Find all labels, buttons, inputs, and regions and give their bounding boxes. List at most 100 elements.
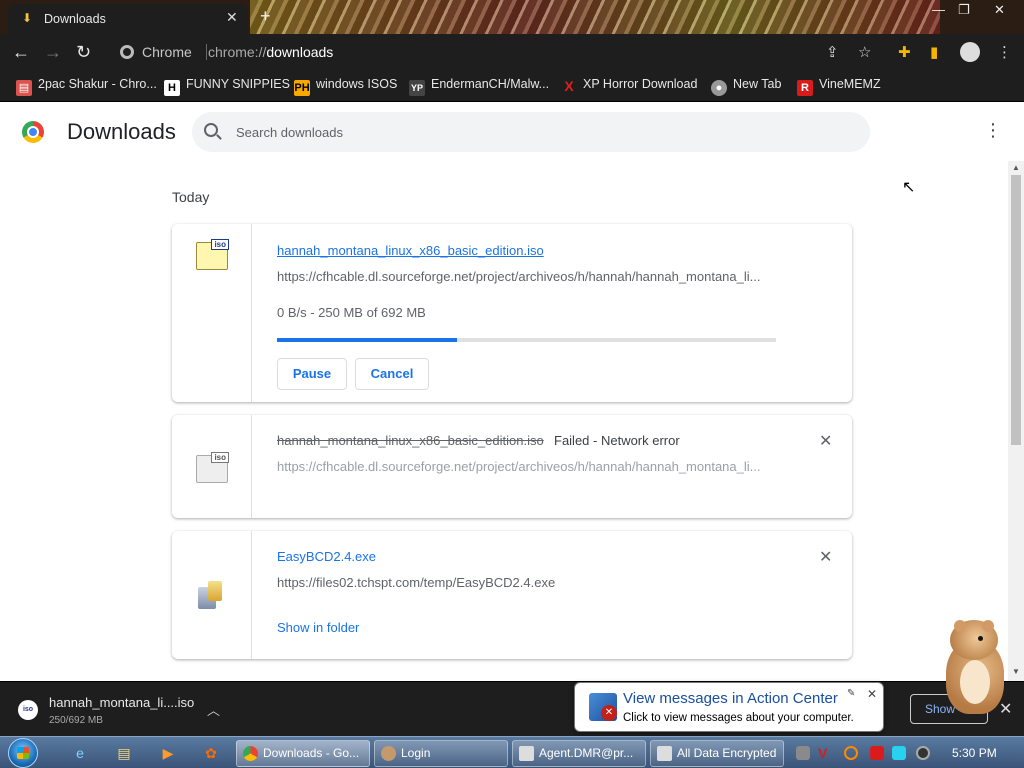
file-explorer-icon[interactable]: ▤ xyxy=(112,742,136,764)
bookmark-item[interactable]: H FUNNY SNIPPIES xyxy=(164,77,290,96)
chevron-up-icon[interactable]: ︿ xyxy=(207,700,220,719)
url-path: downloads xyxy=(266,44,334,60)
tray-network-icon[interactable] xyxy=(796,746,810,760)
chrome-icon xyxy=(243,746,258,761)
taskbar-task-agent[interactable]: Agent.DMR@pr... xyxy=(512,740,646,767)
bookmark-item[interactable]: PH windows ISOS xyxy=(294,77,397,96)
search-input[interactable] xyxy=(236,122,836,142)
r-logo-icon: R xyxy=(797,80,813,96)
scroll-up-icon[interactable]: ▲ xyxy=(1012,163,1020,172)
chrome-icon xyxy=(120,45,134,59)
h-logo-icon: H xyxy=(164,80,180,96)
download-card-complete: EasyBCD2.4.exe ✕ https://files02.tchspt.… xyxy=(172,531,852,659)
taskbar-clock[interactable]: 5:30 PM xyxy=(952,746,997,760)
minimize-icon[interactable]: — xyxy=(932,2,945,17)
downloads-page: Downloads ⋮ ▲ ▼ Today iso hannah_montana… xyxy=(0,103,1024,681)
bookmark-label: VineMEMZ xyxy=(819,77,881,91)
action-center-flag-icon xyxy=(589,693,617,721)
day-label: Today xyxy=(172,189,210,205)
paint-icon[interactable]: ✿ xyxy=(199,742,223,764)
download-failed-status: Failed - Network error xyxy=(554,433,680,448)
download-tab-icon: ⬇ xyxy=(22,11,33,25)
internet-explorer-icon[interactable]: e xyxy=(68,742,92,764)
pause-button[interactable]: Pause xyxy=(277,358,347,390)
window-app-icon xyxy=(657,746,672,761)
window-app-icon xyxy=(519,746,534,761)
hamster-desktop-pet xyxy=(942,618,1008,718)
download-filename-struck: hannah_montana_linux_x86_basic_edition.i… xyxy=(277,433,544,448)
restore-icon[interactable]: ❐ xyxy=(958,2,970,18)
task-label: Login xyxy=(401,746,431,760)
bookmark-label: XP Horror Download xyxy=(583,77,698,91)
ph-logo-icon: PH xyxy=(294,80,310,96)
folder-icon: ▤ xyxy=(16,80,32,96)
task-label: Downloads - Go... xyxy=(263,746,360,760)
tab-close-icon[interactable]: ✕ xyxy=(226,9,238,26)
bookmark-star-icon[interactable]: ☆ xyxy=(858,43,871,61)
action-center-balloon[interactable]: View messages in Action Center Click to … xyxy=(574,682,884,732)
page-header: Downloads ⋮ xyxy=(0,103,1024,159)
download-source-url: https://cfhcable.dl.sourceforge.net/proj… xyxy=(277,459,761,474)
media-player-icon[interactable]: ▶ xyxy=(156,742,180,764)
taskbar-task-login[interactable]: Login xyxy=(374,740,508,767)
window-background-art xyxy=(250,0,940,34)
more-actions-icon[interactable]: ⋮ xyxy=(984,121,1002,139)
remove-from-list-icon[interactable]: ✕ xyxy=(819,547,832,567)
download-card-failed: iso hannah_montana_linux_x86_basic_editi… xyxy=(172,415,852,518)
iso-file-icon: iso xyxy=(18,700,38,720)
tray-action-center-icon[interactable] xyxy=(870,746,884,760)
back-arrow-icon[interactable]: ← xyxy=(12,42,30,62)
tray-display-icon[interactable] xyxy=(892,746,906,760)
bookmark-item[interactable]: ▤ 2pac Shakur - Chro... xyxy=(16,77,157,96)
show-in-folder-link[interactable]: Show in folder xyxy=(277,620,359,635)
bookmark-item[interactable]: ● New Tab xyxy=(711,77,781,96)
start-button-icon[interactable] xyxy=(8,738,38,768)
scroll-down-icon[interactable]: ▼ xyxy=(1012,667,1020,676)
bookmark-label: windows ISOS xyxy=(316,77,398,91)
address-bar[interactable]: Chrome chrome://downloads xyxy=(108,38,888,66)
search-box[interactable] xyxy=(192,112,870,152)
url-scheme: chrome:// xyxy=(208,44,267,60)
extensions-icon[interactable]: ✚ xyxy=(898,43,911,61)
hamster-app-icon xyxy=(381,746,396,761)
iso-file-icon: iso xyxy=(196,239,229,270)
tray-v-icon[interactable]: V xyxy=(818,746,832,760)
tab-title: Downloads xyxy=(44,12,106,26)
exe-file-icon xyxy=(198,581,224,609)
taskbar-task-chrome[interactable]: Downloads - Go... xyxy=(236,740,370,767)
shelf-item-name: hannah_montana_li....iso xyxy=(49,695,195,710)
bookmark-label: FUNNY SNIPPIES xyxy=(186,77,290,91)
browser-toolbar: ← → ↻ Chrome chrome://downloads ⇪ ☆ ✚ ▮ … xyxy=(0,34,1024,70)
reload-icon[interactable]: ↻ xyxy=(76,42,91,62)
scroll-thumb[interactable] xyxy=(1011,175,1021,445)
side-panel-icon[interactable]: ▮ xyxy=(930,43,938,61)
bookmark-item[interactable]: X XP Horror Download xyxy=(561,77,697,94)
iso-tag: iso xyxy=(211,452,229,463)
download-card-in-progress: iso hannah_montana_linux_x86_basic_editi… xyxy=(172,224,852,402)
download-progress-bar xyxy=(277,338,776,342)
new-tab-icon[interactable]: + xyxy=(260,6,271,27)
pin-icon[interactable]: ✎ xyxy=(847,688,855,699)
chrome-logo-icon xyxy=(22,121,44,143)
mouse-cursor-icon: ↖ xyxy=(902,179,916,196)
tray-volume-icon[interactable] xyxy=(916,746,930,760)
forward-arrow-icon[interactable]: → xyxy=(44,42,62,62)
bookmark-item[interactable]: YP EndermanCH/Malw... xyxy=(409,77,549,96)
task-label: All Data Encrypted xyxy=(677,746,777,760)
bookmark-label: EndermanCH/Malw... xyxy=(431,77,550,91)
share-icon[interactable]: ⇪ xyxy=(826,43,839,61)
cancel-button[interactable]: Cancel xyxy=(355,358,429,390)
download-filename-link[interactable]: hannah_montana_linux_x86_basic_edition.i… xyxy=(277,243,544,258)
remove-from-list-icon[interactable]: ✕ xyxy=(819,431,832,451)
globe-icon: ● xyxy=(711,80,727,96)
window-close-icon[interactable]: ✕ xyxy=(994,2,1005,18)
bookmark-item[interactable]: R VineMEMZ xyxy=(797,77,881,96)
tray-search-icon[interactable] xyxy=(844,746,858,760)
profile-avatar-icon[interactable] xyxy=(960,42,980,62)
balloon-close-icon[interactable]: ✕ xyxy=(867,687,877,701)
page-scrollbar[interactable]: ▲ ▼ xyxy=(1008,161,1024,681)
menu-kebab-icon[interactable]: ⋮ xyxy=(997,43,1012,61)
download-filename-link[interactable]: EasyBCD2.4.exe xyxy=(277,549,376,564)
taskbar-task-encrypted[interactable]: All Data Encrypted xyxy=(650,740,784,767)
tab-downloads[interactable]: ⬇ Downloads ✕ xyxy=(8,4,248,34)
